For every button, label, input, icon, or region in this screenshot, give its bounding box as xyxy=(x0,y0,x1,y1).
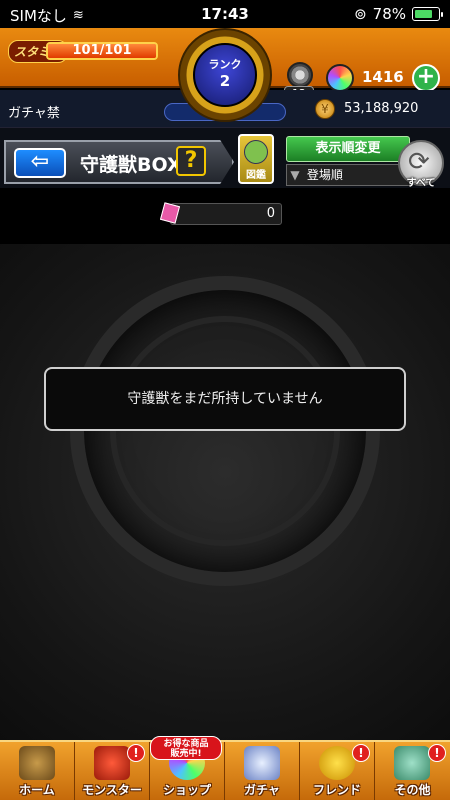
zukan-button[interactable]: 図鑑 xyxy=(238,134,274,184)
stamina-value: 101/101 xyxy=(72,43,132,58)
help-button[interactable]: ? xyxy=(176,146,206,176)
page-title: 守護獣BOX xyxy=(80,154,182,176)
rank-badge[interactable]: ランク 2 xyxy=(193,43,257,107)
empty-message: 守護獣をまだ所持していません xyxy=(44,367,406,431)
battery-icon xyxy=(412,7,443,21)
promo-badge: お得な商品 販売中! xyxy=(150,736,222,760)
buy-orb-button[interactable]: + xyxy=(412,64,440,92)
count-row: 0 xyxy=(0,188,450,244)
orientation-lock-icon: ⊚ xyxy=(354,5,367,23)
title-bar: ⇦ 守護獣BOX ? 図鑑 表示順変更 ▼ 登場順 xyxy=(0,128,450,188)
sort-order-button[interactable]: 表示順変更 xyxy=(286,136,410,162)
nav-label: ガチャ xyxy=(244,783,280,797)
orb-count: 1416 xyxy=(362,68,404,86)
coin-amount: 53,188,920 xyxy=(344,101,419,116)
status-right: ⊚ 78% xyxy=(354,5,443,23)
refresh-icon: ⟳ xyxy=(408,147,430,177)
battery-percent: 78% xyxy=(372,5,406,23)
other-icon xyxy=(394,746,430,780)
sort-select[interactable]: ▼ 登場順 xyxy=(286,164,410,186)
alert-badge: ! xyxy=(352,744,370,762)
nav-label: ショップ xyxy=(162,783,211,797)
gacha-ban-text: ガチャ禁 xyxy=(8,106,60,121)
nav-home[interactable]: ホーム xyxy=(0,742,75,800)
monster-icon xyxy=(94,746,130,780)
nav-label: その他 xyxy=(394,783,431,797)
status-bar: SIMなし ≋ 17:43 ⊚ 78% xyxy=(0,0,450,28)
nav-label: フレンド xyxy=(312,783,361,797)
nav-label: ホーム xyxy=(19,783,55,797)
nav-gacha[interactable]: ガチャ xyxy=(225,742,300,800)
emblem-inner-ring xyxy=(110,316,340,546)
nav-friend[interactable]: ! フレンド xyxy=(300,742,375,800)
main-panel: 守護獣をまだ所持していません xyxy=(0,244,450,740)
rank-label: ランク xyxy=(208,58,242,71)
nav-monster[interactable]: ! モンスター xyxy=(75,742,150,800)
alert-badge: ! xyxy=(428,744,446,762)
guardian-count: 0 xyxy=(170,203,282,225)
friend-icon xyxy=(319,746,355,780)
coin-icon: ¥ xyxy=(315,99,335,119)
alert-badge: ! xyxy=(127,744,145,762)
bottom-nav: ホーム ! モンスター ショップ ガチャ ! フレンド ! その他 xyxy=(0,740,450,800)
orb-icon xyxy=(326,64,354,92)
key-gem-icon xyxy=(287,62,313,88)
nav-other[interactable]: ! その他 xyxy=(375,742,450,800)
zukan-icon xyxy=(244,140,268,164)
sort-value: 登場順 xyxy=(306,168,343,182)
home-icon xyxy=(19,746,55,780)
filter-icon: ▼ xyxy=(290,168,300,182)
nav-label: モンスター xyxy=(82,783,142,797)
zukan-label: 図鑑 xyxy=(246,170,266,181)
gacha-icon xyxy=(244,746,280,780)
back-button[interactable]: ⇦ xyxy=(14,148,66,178)
show-all-label: すべて xyxy=(406,178,436,189)
rank-value: 2 xyxy=(219,72,231,90)
